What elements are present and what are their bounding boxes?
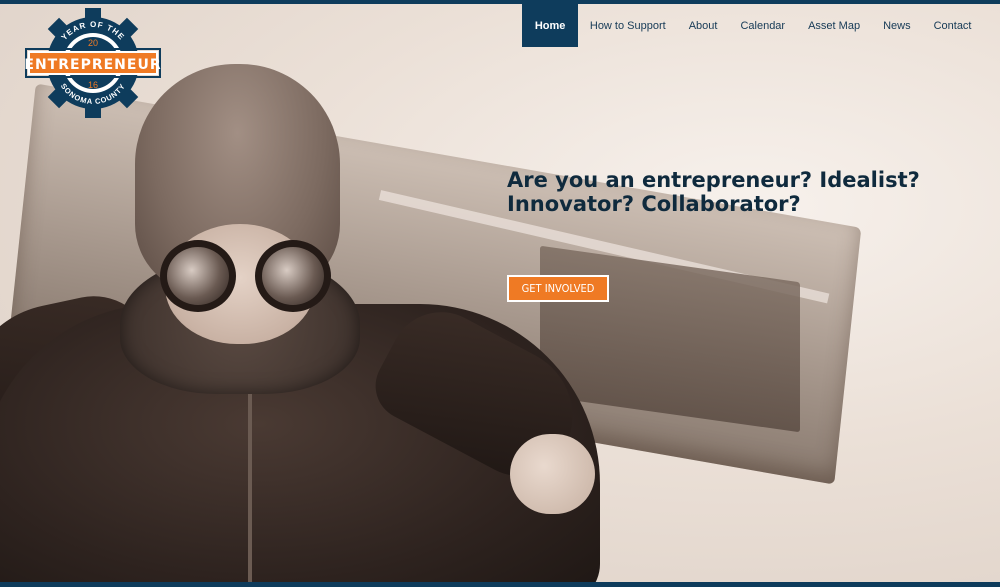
gear-logo-icon: YEAR OF THE SONOMA COUNTY 20 16 ENTREPRE… — [25, 8, 161, 118]
get-involved-button[interactable]: GET INVOLVED — [507, 275, 609, 302]
main-navigation: Home How to Support About Calendar Asset… — [521, 4, 983, 47]
logo-year-bottom: 16 — [88, 80, 98, 90]
nav-home[interactable]: Home — [521, 4, 579, 47]
site-logo[interactable]: YEAR OF THE SONOMA COUNTY 20 16 ENTREPRE… — [25, 8, 161, 118]
nav-calendar[interactable]: Calendar — [729, 4, 797, 47]
logo-banner-text: ENTREPRENEUR — [25, 57, 161, 73]
bottom-accent-bar — [0, 582, 1000, 587]
hero-headline: Are you an entrepreneur? Idealist? Innov… — [507, 168, 920, 216]
nav-about[interactable]: About — [677, 4, 729, 47]
logo-year-top: 20 — [88, 38, 98, 48]
goggle-right — [255, 240, 331, 312]
nav-contact[interactable]: Contact — [922, 4, 983, 47]
goggle-left — [160, 240, 236, 312]
nav-how-to-support[interactable]: How to Support — [578, 4, 677, 47]
child-fist — [510, 434, 595, 514]
nav-news[interactable]: News — [872, 4, 923, 47]
jacket-zipper — [248, 384, 252, 582]
nav-asset-map[interactable]: Asset Map — [797, 4, 872, 47]
